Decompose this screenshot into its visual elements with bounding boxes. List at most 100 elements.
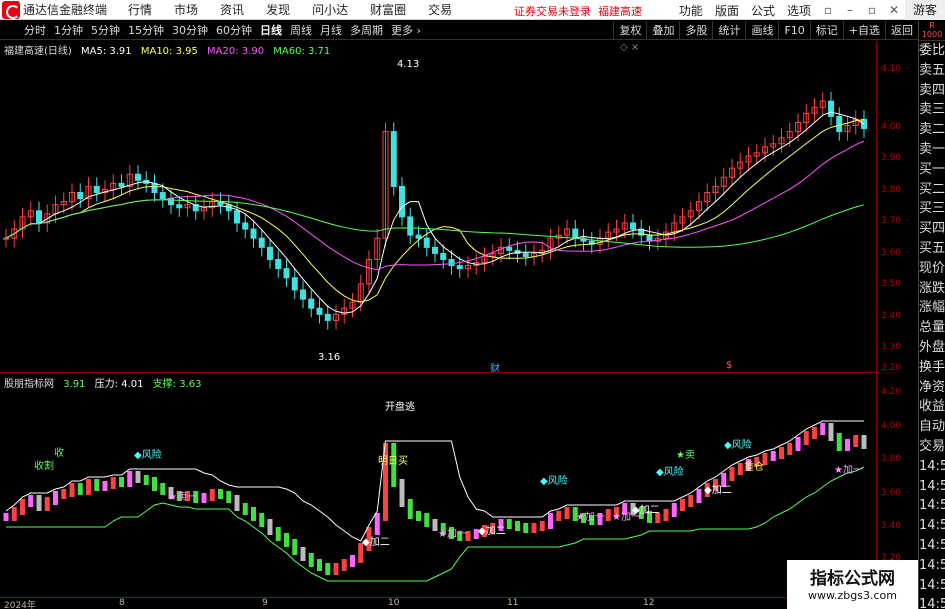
menu-shichang[interactable]: 市场 [163,1,209,18]
period-5min[interactable]: 5分钟 [87,22,124,38]
tool-fuquan[interactable]: 复权 [613,21,646,40]
ind-bar [201,493,207,503]
tool-zixuan[interactable]: +自选 [842,21,885,40]
sidebar-item[interactable]: 交易 [919,437,945,457]
tool-biaoji[interactable]: 标记 [809,21,843,40]
ind-bar [861,435,867,449]
ind-bar [36,495,42,511]
period-more[interactable]: 更多 › [387,22,425,38]
sidebar-item[interactable]: 买三 [919,199,945,219]
sidebar-item[interactable]: 14:56 [919,516,945,536]
ind-bar [300,547,306,561]
period-fenshi[interactable]: 分时 [20,22,50,38]
sidebar-item[interactable]: 卖二 [919,120,945,140]
sidebar-item[interactable]: 14:56 [919,576,945,596]
ind-bar [292,539,298,555]
candle-body [324,313,331,321]
sidebar-item[interactable]: 委比 [919,41,945,61]
menu-faxian[interactable]: 发现 [255,1,301,18]
period-multi[interactable]: 多周期 [346,22,387,38]
chart-diamond-icon[interactable]: ◇ × [620,42,639,53]
candlestick-chart[interactable] [0,41,877,372]
ind-bar [350,555,355,567]
tool-f10[interactable]: F10 [778,21,809,40]
sidebar-item[interactable]: 涨幅 [919,298,945,318]
menu-xuanxiang[interactable]: 选项 [781,2,817,19]
price-tick: 3.50 [881,279,902,289]
candle-body [828,100,834,117]
sidebar-item[interactable]: 卖五 [919,61,945,81]
period-monthly[interactable]: 月线 [316,22,346,38]
ind-bar [539,521,545,531]
sidebar-item[interactable]: 14:56 [919,457,945,477]
guest-button[interactable]: 游客 [904,0,945,20]
sidebar-item[interactable]: 净资 [919,378,945,398]
sidebar-item[interactable]: 涨跌 [919,279,945,299]
candle-body [506,246,513,251]
trade-warning[interactable]: 证券交易未登录 福建高速 [514,3,642,19]
menu-hangqing[interactable]: 行情 [117,1,163,18]
period-weekly[interactable]: 周线 [286,22,316,38]
ind-tick: 4.00 [881,421,902,431]
add1-label: ★加一 [612,512,641,523]
ind-bar [317,559,322,571]
menu-jiaoyi[interactable]: 交易 [417,1,463,18]
maximize-icon[interactable]: ▫ [861,3,883,17]
close-icon[interactable]: ✕ [883,3,905,17]
period-15min[interactable]: 15分钟 [124,22,168,38]
period-daily[interactable]: 日线 [256,22,286,38]
menu-banmian[interactable]: 版面 [709,2,745,19]
tool-tongji[interactable]: 统计 [712,21,745,40]
sidebar-item[interactable]: 买四 [919,219,945,239]
low-price-label: 3.16 [318,352,341,363]
watermark-title: 指标公式网 [810,569,895,589]
menu-caifuquan[interactable]: 财富圈 [359,1,417,18]
sidebar-item[interactable]: 外盘 [919,338,945,358]
sidebar-item[interactable]: 买二 [919,180,945,200]
price-tick: 3.70 [881,216,902,226]
ind-bar [737,463,743,475]
sidebar-item[interactable]: 自动 [919,417,945,437]
sidebar-item[interactable]: 卖一 [919,140,945,160]
tool-huaxian[interactable]: 画线 [745,21,778,40]
ind-bar [127,471,133,487]
tool-duogu[interactable]: 多股 [679,21,712,40]
menu-zixun[interactable]: 资讯 [209,1,255,18]
indicator-chart[interactable] [0,373,877,597]
price-tick: 3.80 [881,185,902,195]
dollar-marker[interactable]: $ [726,360,732,371]
period-30min[interactable]: 30分钟 [168,22,212,38]
minimize-icon[interactable]: – [839,3,861,17]
sidebar-item[interactable]: 14:56 [919,536,945,556]
ind-bar [845,439,850,451]
ind-bar [143,475,149,485]
quote-sidebar: R 1000 委比 卖五 卖四 卖三 卖二 卖一 买一 买二 买三 买四 买五 … [918,21,945,609]
menu-wenxiaoda[interactable]: 问小达 [301,1,359,18]
sidebar-item[interactable]: 14:56 [919,556,945,576]
sidebar-item[interactable]: 总量 [919,318,945,338]
candle-body [258,237,265,248]
tool-fanhui[interactable]: 返回 [885,21,918,40]
sidebar-item[interactable]: 换手 [919,358,945,378]
sidebar-item[interactable]: 14:56 [919,595,945,609]
sidebar-item[interactable]: 卖三 [919,100,945,120]
sidebar-item[interactable]: 收益 [919,397,945,417]
ind-bar [3,513,9,521]
take-profit-label: 收割 [34,461,54,472]
menu-gongshi[interactable]: 公式 [745,2,781,19]
sidebar-item[interactable]: 卖四 [919,81,945,101]
candle-body [135,173,141,181]
period-60min[interactable]: 60分钟 [212,22,256,38]
sidebar-item[interactable]: 买一 [919,160,945,180]
ind-bar [696,489,702,503]
restore-icon[interactable]: ▫ [817,3,839,17]
ind-bar [803,431,809,445]
sidebar-item[interactable]: 现价 [919,259,945,279]
sidebar-item[interactable]: 买五 [919,239,945,259]
menu-gongneng[interactable]: 功能 [673,2,709,19]
sidebar-item[interactable]: 14:56 [919,496,945,516]
sidebar-item[interactable]: 14:56 [919,477,945,497]
period-1min[interactable]: 1分钟 [50,22,87,38]
tool-diejia[interactable]: 叠加 [646,21,679,40]
add1-label: ★加一 [576,512,605,523]
